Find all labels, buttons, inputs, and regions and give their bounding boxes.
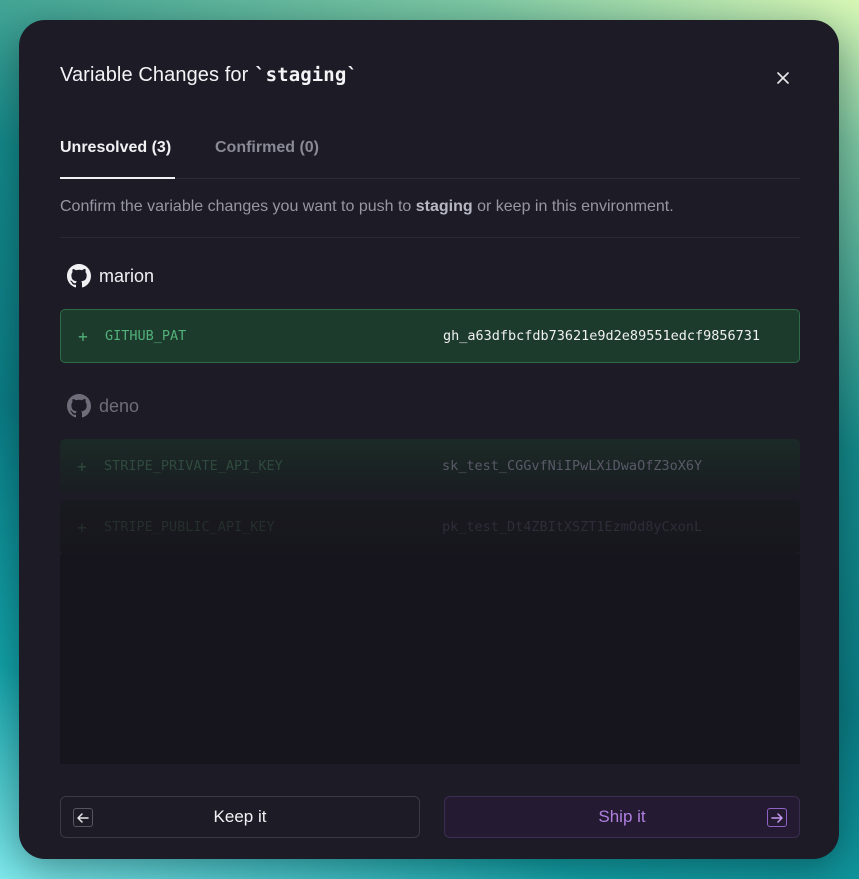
- variable-value: gh_a63dfbcfdb73621e9d2e89551edcf9856731: [443, 328, 760, 344]
- modal-title-text: Variable Changes for: [60, 64, 255, 86]
- description-after: or keep in this environment.: [472, 198, 674, 215]
- added-sign: +: [77, 517, 87, 537]
- arrow-right-icon: [767, 808, 787, 827]
- github-icon: [67, 264, 91, 288]
- group-owner-deno: deno: [67, 394, 139, 418]
- variable-changes-modal: Variable Changes for `staging` Unresolve…: [19, 20, 839, 859]
- keep-button[interactable]: Keep it: [60, 796, 420, 838]
- group-owner-marion: marion: [67, 264, 154, 288]
- close-icon: [777, 72, 789, 84]
- ship-button[interactable]: Ship it: [444, 796, 800, 838]
- github-icon: [67, 394, 91, 418]
- tab-unresolved[interactable]: Unresolved (3): [60, 138, 175, 179]
- added-sign: +: [78, 326, 88, 346]
- arrow-left-icon: [73, 808, 93, 827]
- variable-key: STRIPE_PRIVATE_API_KEY: [104, 458, 283, 474]
- keep-button-label: Keep it: [213, 807, 267, 826]
- description-before: Confirm the variable changes you want to…: [60, 198, 416, 215]
- description-env: staging: [415, 198, 473, 215]
- owner-name: marion: [99, 265, 155, 286]
- tab-bar: Unresolved (3) Confirmed (0): [60, 138, 800, 179]
- tab-confirmed[interactable]: Confirmed (0): [215, 138, 319, 179]
- variable-key: STRIPE_PUBLIC_API_KEY: [104, 519, 275, 535]
- description: Confirm the variable changes you want to…: [60, 198, 800, 238]
- modal-title-env: `staging`: [254, 64, 358, 86]
- close-button[interactable]: [771, 66, 795, 90]
- variable-key: GITHUB_PAT: [105, 328, 187, 344]
- ship-button-label: Ship it: [598, 807, 646, 826]
- owner-name: deno: [99, 395, 140, 416]
- modal-title: Variable Changes for `staging`: [60, 64, 358, 87]
- list-scroll-area: [60, 554, 800, 764]
- variable-row[interactable]: + STRIPE_PUBLIC_API_KEY pk_test_Dt4ZBItX…: [60, 500, 800, 554]
- added-sign: +: [77, 456, 87, 476]
- variable-row[interactable]: + GITHUB_PAT gh_a63dfbcfdb73621e9d2e8955…: [60, 309, 800, 363]
- variable-row[interactable]: + STRIPE_PRIVATE_API_KEY sk_test_CGGvfNi…: [60, 439, 800, 493]
- variable-value: sk_test_CGGvfNiIPwLXiDwaOfZ3oX6Y: [442, 458, 703, 474]
- variable-value: pk_test_Dt4ZBItXSZT1EzmOd8yCxonL: [442, 519, 703, 535]
